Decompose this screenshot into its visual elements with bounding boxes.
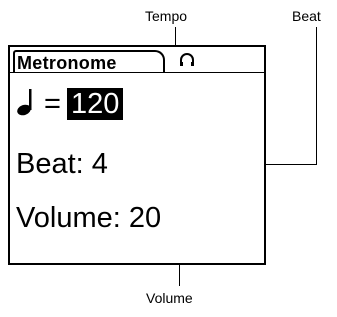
volume-row: Volume: 20 xyxy=(16,201,161,235)
beat-row: Beat: 4 xyxy=(16,147,108,181)
beat-value[interactable]: 4 xyxy=(92,148,108,180)
tempo-callout-label: Tempo xyxy=(145,8,188,24)
beat-label: Beat: xyxy=(16,148,84,180)
volume-callout-label: Volume xyxy=(146,290,193,306)
tempo-equals-sign: = xyxy=(44,88,61,120)
tab-metronome-label: Metronome xyxy=(17,53,117,73)
tempo-value[interactable]: 120 xyxy=(66,88,124,120)
tempo-row: = 120 xyxy=(16,87,124,121)
tab-bar: Metronome xyxy=(10,47,264,73)
beat-leader-line xyxy=(316,27,317,165)
quarter-note-icon xyxy=(16,87,38,117)
volume-value[interactable]: 20 xyxy=(129,202,161,234)
volume-label: Volume: xyxy=(16,202,121,234)
beat-callout-label: Beat xyxy=(292,8,321,24)
headphone-icon[interactable] xyxy=(178,51,196,69)
tab-metronome[interactable]: Metronome xyxy=(13,50,165,73)
metronome-screen: Metronome = 120 Beat: 4 Volume: 20 xyxy=(8,45,266,265)
